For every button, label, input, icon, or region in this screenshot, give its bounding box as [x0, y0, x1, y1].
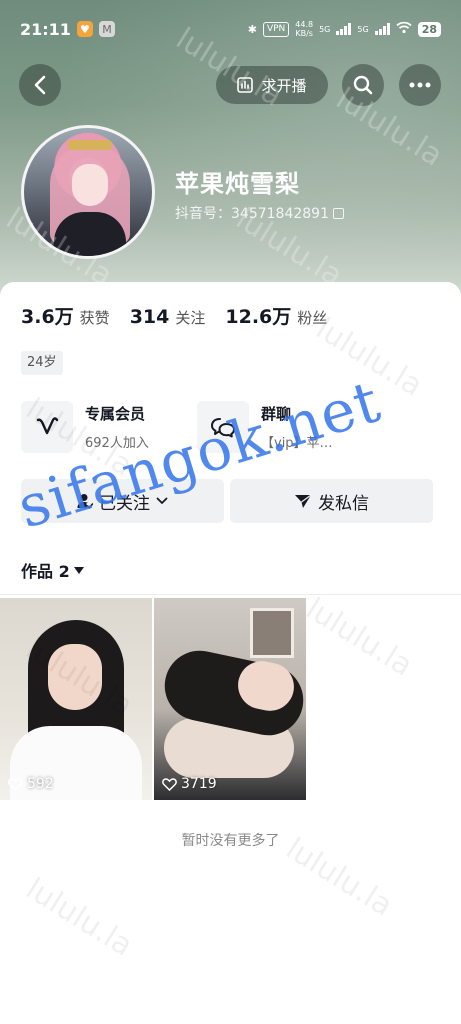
signal-icon: [336, 23, 352, 35]
profile-card: 3.6万 获赞 314 关注 12.6万 粉丝 24岁 专属会员 692人加入 …: [0, 282, 461, 1024]
stat-likes[interactable]: 3.6万 获赞: [21, 302, 110, 329]
video-likes-count: 592: [27, 776, 54, 792]
group-chat-title: 群聊: [261, 405, 292, 423]
douyin-id-text: 抖音号：34571842891: [175, 206, 329, 222]
heart-outline-icon: [162, 777, 177, 791]
heart-outline-icon: [8, 777, 23, 791]
network-speed: 44.8 KB/s: [295, 20, 313, 38]
tab-divider: [0, 594, 461, 595]
group-chat-entry[interactable]: 群聊 【vip】苹…: [197, 400, 333, 454]
avatar-face: [72, 164, 108, 206]
profile-avatar[interactable]: [21, 125, 155, 259]
stat-followers-value: 12.6万: [225, 306, 292, 328]
signal-icon-2: [374, 23, 390, 35]
works-grid: 592 3719: [0, 598, 461, 800]
stat-followers[interactable]: 12.6万 粉丝: [225, 302, 327, 329]
age-tag: 24岁: [21, 351, 63, 375]
no-more-content-text: 暂时没有更多了: [181, 833, 280, 849]
followed-label: 已关注: [99, 493, 150, 514]
wifi-icon: [396, 21, 412, 37]
avatar-crown: [68, 140, 112, 150]
video-likes: 592: [8, 776, 54, 792]
video-likes: 3719: [162, 776, 217, 792]
works-tab-label: 作品 2: [21, 562, 70, 581]
stat-following[interactable]: 314 关注: [130, 306, 206, 328]
video-thumbnail[interactable]: 592: [0, 598, 152, 800]
group-chat-subtitle: 【vip】苹…: [261, 436, 333, 451]
avatar-dress: [54, 212, 126, 256]
copy-icon[interactable]: [332, 207, 344, 219]
search-icon: [353, 75, 373, 95]
network-type-1: 5G: [319, 24, 331, 34]
status-bar: 21:11 ♥ M ✱ VPN 44.8 KB/s 5G 5G 28: [0, 0, 461, 58]
chevron-down-icon: [156, 497, 168, 504]
bluetooth-icon: ✱: [247, 22, 257, 36]
member-title: 专属会员: [85, 405, 146, 423]
followed-button[interactable]: 已关注: [21, 479, 224, 523]
user-check-icon: [77, 494, 93, 509]
more-options-button[interactable]: [399, 64, 441, 106]
group-chat-icon: [197, 401, 249, 453]
chevron-left-icon: [34, 75, 46, 95]
stat-followers-label: 粉丝: [297, 309, 328, 327]
network-type-2: 5G: [357, 24, 369, 34]
exclusive-member-entry[interactable]: 专属会员 692人加入: [21, 400, 149, 454]
member-subtitle: 692人加入: [85, 436, 149, 451]
video-likes-count: 3719: [181, 776, 217, 792]
douyin-id[interactable]: 抖音号：34571842891: [175, 203, 344, 223]
status-time: 21:11: [20, 19, 71, 39]
stat-following-label: 关注: [175, 309, 206, 327]
battery-indicator: 28: [417, 21, 441, 37]
stat-likes-value: 3.6万: [21, 306, 74, 328]
video-thumbnail[interactable]: 3719: [154, 598, 306, 800]
send-message-button[interactable]: 发私信: [230, 479, 433, 523]
stat-likes-label: 获赞: [79, 309, 110, 327]
top-navigation: 求开播: [0, 62, 461, 108]
bar-chart-icon: [237, 77, 254, 93]
profile-actions: 已关注 发私信: [21, 479, 433, 523]
thumbnail-wall-frame: [250, 608, 294, 658]
request-live-label: 求开播: [261, 76, 307, 95]
caret-down-icon: [73, 566, 84, 574]
mail-notification-icon: M: [98, 21, 115, 37]
profile-name: 苹果炖雪梨: [175, 170, 300, 198]
more-icon: [409, 82, 431, 88]
member-v-icon: [21, 401, 73, 453]
send-message-label: 发私信: [318, 493, 369, 514]
search-button[interactable]: [342, 64, 384, 106]
vpn-badge: VPN: [262, 21, 290, 37]
profile-stats: 3.6万 获赞 314 关注 12.6万 粉丝: [21, 302, 327, 329]
stat-following-value: 314: [129, 306, 170, 328]
network-speed-value: 44.8: [295, 20, 314, 29]
send-icon: [295, 494, 312, 508]
network-speed-unit: KB/s: [295, 29, 313, 38]
request-live-button[interactable]: 求开播: [216, 66, 328, 104]
thumbnail-figure-face: [48, 644, 102, 710]
app-notification-icon: ♥: [76, 21, 93, 37]
tab-works[interactable]: 作品 2: [21, 558, 84, 582]
back-button[interactable]: [19, 64, 61, 106]
